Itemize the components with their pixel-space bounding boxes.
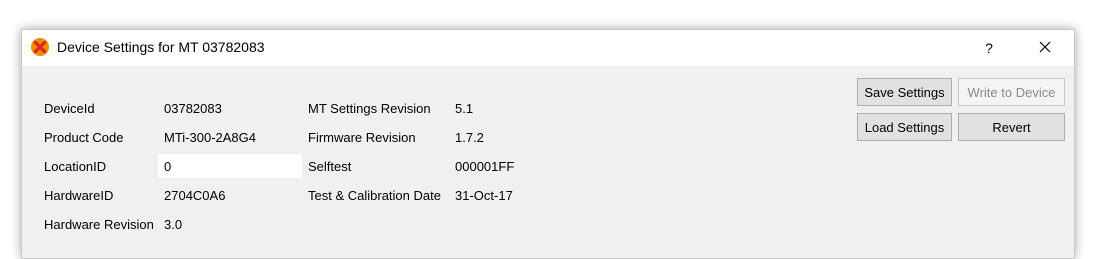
hardware-revision-value: 3.0	[164, 217, 183, 232]
device-id-label: DeviceId	[44, 101, 95, 116]
load-settings-button[interactable]: Load Settings	[857, 113, 952, 141]
hardware-id-label: HardwareID	[44, 188, 114, 203]
hardware-id-value: 2704C0A6	[164, 188, 226, 203]
hardware-revision-label: Hardware Revision	[44, 217, 154, 232]
device-id-value: 03782083	[164, 101, 222, 116]
window-title: Device Settings for MT 03782083	[57, 39, 265, 55]
save-settings-button[interactable]: Save Settings	[857, 78, 952, 106]
title-bar: Device Settings for MT 03782083 ?	[22, 30, 1074, 66]
location-id-label: LocationID	[44, 159, 107, 174]
help-icon: ?	[985, 40, 993, 56]
mt-settings-revision-value: 5.1	[455, 101, 474, 116]
close-button[interactable]	[1022, 30, 1068, 66]
test-calibration-date-label: Test & Calibration Date	[308, 188, 441, 203]
device-settings-dialog: Device Settings for MT 03782083 ? Device…	[21, 29, 1075, 259]
selftest-value: 000001FF	[455, 159, 515, 174]
write-to-device-button[interactable]: Write to Device	[958, 78, 1065, 106]
mt-settings-revision-label: MT Settings Revision	[308, 101, 431, 116]
product-code-value: MTi-300-2A8G4	[164, 130, 256, 145]
firmware-revision-value: 1.7.2	[455, 130, 484, 145]
xsens-x-icon	[31, 38, 49, 56]
test-calibration-date-value: 31-Oct-17	[455, 188, 513, 203]
help-button[interactable]: ?	[966, 30, 1012, 66]
revert-button[interactable]: Revert	[958, 113, 1065, 141]
product-code-label: Product Code	[44, 130, 124, 145]
selftest-label: Selftest	[308, 159, 352, 174]
location-id-input[interactable]	[158, 154, 302, 178]
firmware-revision-label: Firmware Revision	[308, 130, 416, 145]
close-icon	[1039, 40, 1051, 56]
